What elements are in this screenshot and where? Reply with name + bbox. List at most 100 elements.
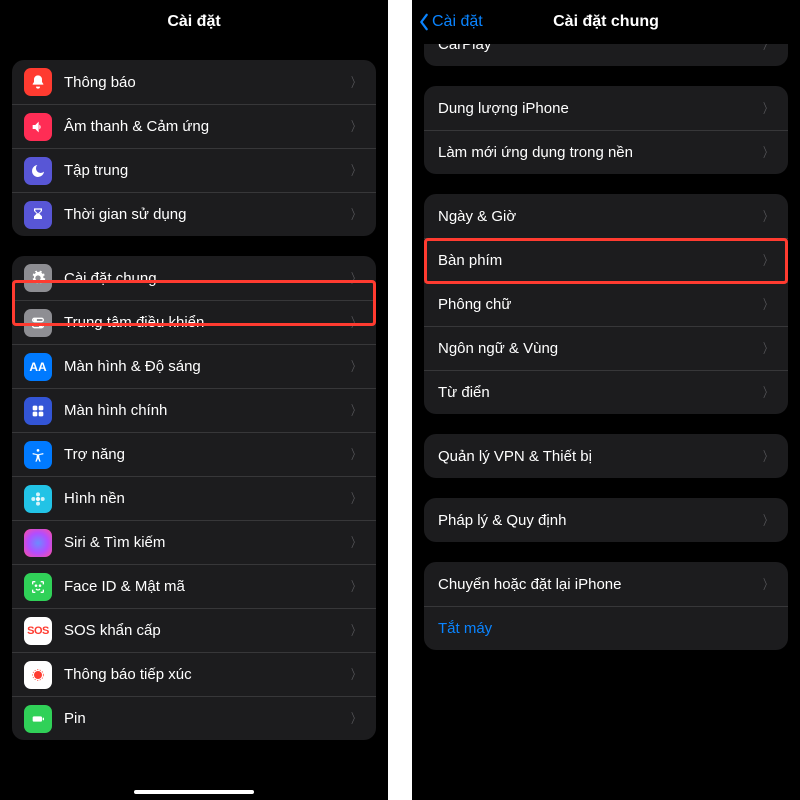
chevron-right-icon: 〉 bbox=[351, 492, 360, 505]
chevron-right-icon: 〉 bbox=[351, 164, 360, 177]
row-sound-haptics[interactable]: Âm thanh & Cảm ứng 〉 bbox=[12, 104, 376, 148]
row-dictionary[interactable]: Từ điển 〉 bbox=[424, 370, 788, 414]
chevron-right-icon: 〉 bbox=[351, 668, 360, 681]
text-size-icon: AA bbox=[24, 353, 52, 381]
chevron-right-icon: 〉 bbox=[351, 712, 360, 725]
group-vpn: Quản lý VPN & Thiết bị 〉 bbox=[424, 434, 788, 478]
bell-icon bbox=[24, 68, 52, 96]
row-label: Ngôn ngữ & Vùng bbox=[438, 340, 761, 357]
flower-icon bbox=[24, 485, 52, 513]
chevron-right-icon: 〉 bbox=[351, 208, 360, 221]
row-label: Tắt máy bbox=[438, 620, 774, 637]
row-accessibility[interactable]: Trợ năng 〉 bbox=[12, 432, 376, 476]
sos-icon: SOS bbox=[24, 617, 52, 645]
row-language-region[interactable]: Ngôn ngữ & Vùng 〉 bbox=[424, 326, 788, 370]
person-icon bbox=[24, 441, 52, 469]
chevron-right-icon: 〉 bbox=[763, 146, 772, 159]
group-carplay: CarPlay 〉 bbox=[424, 44, 788, 66]
row-legal[interactable]: Pháp lý & Quy định 〉 bbox=[424, 498, 788, 542]
chevron-right-icon: 〉 bbox=[763, 450, 772, 463]
chevron-right-icon: 〉 bbox=[763, 342, 772, 355]
row-label: Cài đặt chung bbox=[64, 270, 349, 287]
navbar: Cài đặt Cài đặt chung bbox=[412, 0, 800, 44]
row-label: Âm thanh & Cảm ứng bbox=[64, 118, 349, 135]
row-label: Bàn phím bbox=[438, 252, 761, 269]
row-label: Thông báo bbox=[64, 74, 349, 91]
speaker-icon bbox=[24, 113, 52, 141]
row-display[interactable]: AA Màn hình & Độ sáng 〉 bbox=[12, 344, 376, 388]
chevron-right-icon: 〉 bbox=[351, 120, 360, 133]
row-label: Thời gian sử dụng bbox=[64, 206, 349, 223]
chevron-right-icon: 〉 bbox=[351, 580, 360, 593]
row-battery[interactable]: Pin 〉 bbox=[12, 696, 376, 740]
row-label: Thông báo tiếp xúc bbox=[64, 666, 349, 683]
row-faceid[interactable]: Face ID & Mật mã 〉 bbox=[12, 564, 376, 608]
grid-icon bbox=[24, 397, 52, 425]
chevron-right-icon: 〉 bbox=[763, 386, 772, 399]
row-fonts[interactable]: Phông chữ 〉 bbox=[424, 282, 788, 326]
settings-group-1: Thông báo 〉 Âm thanh & Cảm ứng 〉 Tập tru… bbox=[12, 60, 376, 236]
row-label: Làm mới ứng dụng trong nền bbox=[438, 144, 761, 161]
chevron-right-icon: 〉 bbox=[351, 272, 360, 285]
chevron-right-icon: 〉 bbox=[763, 298, 772, 311]
row-label: Ngày & Giờ bbox=[438, 208, 761, 225]
gear-icon bbox=[24, 264, 52, 292]
chevron-right-icon: 〉 bbox=[351, 624, 360, 637]
row-keyboard[interactable]: Bàn phím 〉 bbox=[424, 238, 788, 282]
row-focus[interactable]: Tập trung 〉 bbox=[12, 148, 376, 192]
row-label: Pin bbox=[64, 710, 349, 727]
settings-group-2: Cài đặt chung 〉 Trung tâm điều khiển 〉 A… bbox=[12, 256, 376, 740]
settings-screen: Cài đặt Thông báo 〉 Âm thanh & Cảm ứng 〉 bbox=[0, 0, 388, 800]
row-screentime[interactable]: Thời gian sử dụng 〉 bbox=[12, 192, 376, 236]
row-label: Chuyển hoặc đặt lại iPhone bbox=[438, 576, 761, 593]
general-settings-screen: Cài đặt Cài đặt chung CarPlay 〉 Dung lượ… bbox=[412, 0, 800, 800]
row-label: Tập trung bbox=[64, 162, 349, 179]
row-label: Trợ năng bbox=[64, 446, 349, 463]
row-vpn-device[interactable]: Quản lý VPN & Thiết bị 〉 bbox=[424, 434, 788, 478]
row-label: Trung tâm điều khiển bbox=[64, 314, 349, 331]
row-iphone-storage[interactable]: Dung lượng iPhone 〉 bbox=[424, 86, 788, 130]
chevron-right-icon: 〉 bbox=[763, 210, 772, 223]
chevron-right-icon: 〉 bbox=[351, 360, 360, 373]
chevron-right-icon: 〉 bbox=[351, 316, 360, 329]
row-label: Màn hình chính bbox=[64, 402, 349, 419]
back-button[interactable]: Cài đặt bbox=[418, 0, 483, 44]
group-legal: Pháp lý & Quy định 〉 bbox=[424, 498, 788, 542]
home-indicator[interactable] bbox=[134, 790, 254, 794]
row-home-screen[interactable]: Màn hình chính 〉 bbox=[12, 388, 376, 432]
row-control-center[interactable]: Trung tâm điều khiển 〉 bbox=[12, 300, 376, 344]
chevron-right-icon: 〉 bbox=[763, 102, 772, 115]
group-storage: Dung lượng iPhone 〉 Làm mới ứng dụng tro… bbox=[424, 86, 788, 174]
navbar: Cài đặt bbox=[0, 0, 388, 44]
row-carplay[interactable]: CarPlay 〉 bbox=[424, 44, 788, 66]
row-sos[interactable]: SOS SOS khẩn cấp 〉 bbox=[12, 608, 376, 652]
row-label: SOS khẩn cấp bbox=[64, 622, 349, 639]
exposure-icon bbox=[24, 661, 52, 689]
row-background-refresh[interactable]: Làm mới ứng dụng trong nền 〉 bbox=[424, 130, 788, 174]
row-shutdown[interactable]: Tắt máy bbox=[424, 606, 788, 650]
row-general[interactable]: Cài đặt chung 〉 bbox=[12, 256, 376, 300]
page-title: Cài đặt bbox=[167, 13, 220, 31]
row-exposure[interactable]: Thông báo tiếp xúc 〉 bbox=[12, 652, 376, 696]
row-notifications[interactable]: Thông báo 〉 bbox=[12, 60, 376, 104]
group-language: Ngày & Giờ 〉 Bàn phím 〉 Phông chữ 〉 Ngôn… bbox=[424, 194, 788, 414]
chevron-right-icon: 〉 bbox=[763, 514, 772, 527]
row-date-time[interactable]: Ngày & Giờ 〉 bbox=[424, 194, 788, 238]
chevron-right-icon: 〉 bbox=[351, 404, 360, 417]
settings-scroll[interactable]: Thông báo 〉 Âm thanh & Cảm ứng 〉 Tập tru… bbox=[0, 44, 388, 800]
row-label: Siri & Tìm kiếm bbox=[64, 534, 349, 551]
row-label: Pháp lý & Quy định bbox=[438, 512, 761, 529]
row-label: Màn hình & Độ sáng bbox=[64, 358, 349, 375]
chevron-right-icon: 〉 bbox=[351, 536, 360, 549]
row-wallpaper[interactable]: Hình nền 〉 bbox=[12, 476, 376, 520]
row-transfer-reset[interactable]: Chuyển hoặc đặt lại iPhone 〉 bbox=[424, 562, 788, 606]
switches-icon bbox=[24, 309, 52, 337]
hourglass-icon bbox=[24, 201, 52, 229]
chevron-right-icon: 〉 bbox=[763, 254, 772, 267]
moon-icon bbox=[24, 157, 52, 185]
general-scroll[interactable]: CarPlay 〉 Dung lượng iPhone 〉 Làm mới ứn… bbox=[412, 44, 800, 800]
row-siri[interactable]: Siri & Tìm kiếm 〉 bbox=[12, 520, 376, 564]
siri-icon bbox=[24, 529, 52, 557]
chevron-right-icon: 〉 bbox=[351, 448, 360, 461]
face-icon bbox=[24, 573, 52, 601]
